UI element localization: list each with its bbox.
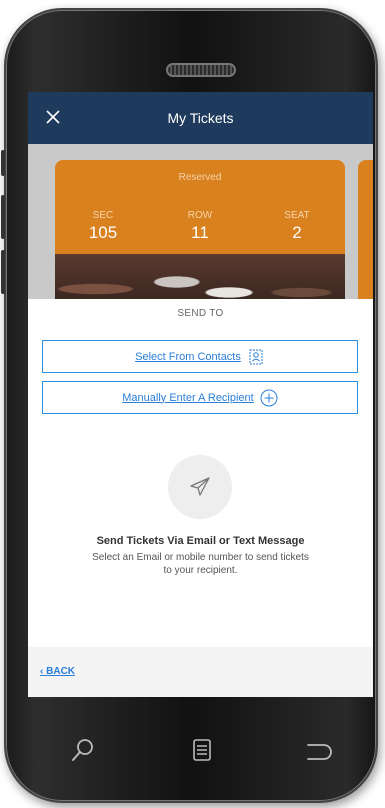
contacts-icon [249,349,263,364]
list-icon[interactable] [190,737,214,763]
phone-side-button [1,150,5,176]
row-value: 11 [191,223,209,242]
back-label: BACK [46,666,76,677]
seat-label: SEAT [284,210,310,221]
manually-enter-recipient-button[interactable]: Manually Enter A Recipient [42,381,358,414]
ticket-row: ROW 11 [160,210,240,243]
send-to-sheet: SEND TO Select From Contacts Manually En… [28,299,373,697]
paper-plane-icon [190,477,210,496]
select-from-contacts-label: Select From Contacts [135,350,241,363]
manually-enter-recipient-label: Manually Enter A Recipient [122,391,254,404]
page-title: My Tickets [167,110,234,126]
nav-bar: My Tickets [28,92,373,144]
section-label: SEC [92,210,114,221]
tickets-carousel[interactable]: Reserved SEC 105 ROW 11 SEAT 2 [28,144,373,299]
send-heading: Send Tickets Via Email or Text Message [96,535,305,547]
ticket-section: SEC 105 [63,210,143,243]
section-value: 105 [88,223,118,242]
plus-circle-icon [260,389,278,406]
back-bar: ‹ BACK [28,647,373,697]
ticket-type-label: Reserved [178,172,222,183]
send-illustration [168,455,232,519]
phone-side-button [1,195,5,239]
next-ticket-card[interactable] [358,160,373,299]
sheet-title: SEND TO [177,308,224,319]
back-link[interactable]: ‹ BACK [40,666,75,677]
phone-side-button [1,250,5,294]
return-icon[interactable] [302,740,336,762]
chevron-left-icon: ‹ [40,666,44,677]
phone-speaker [166,63,236,77]
send-description: Select an Email or mobile number to send… [92,552,309,576]
seat-value: 2 [292,223,302,242]
row-label: ROW [187,210,213,221]
search-icon[interactable] [68,735,98,765]
select-from-contacts-button[interactable]: Select From Contacts [42,340,358,373]
app-screen: My Tickets Reserved SEC 105 ROW 11 SEAT … [28,92,373,697]
ticket-card[interactable]: Reserved SEC 105 ROW 11 SEAT 2 [55,160,345,299]
ticket-seat: SEAT 2 [257,210,337,243]
ticket-event-image [55,254,345,299]
